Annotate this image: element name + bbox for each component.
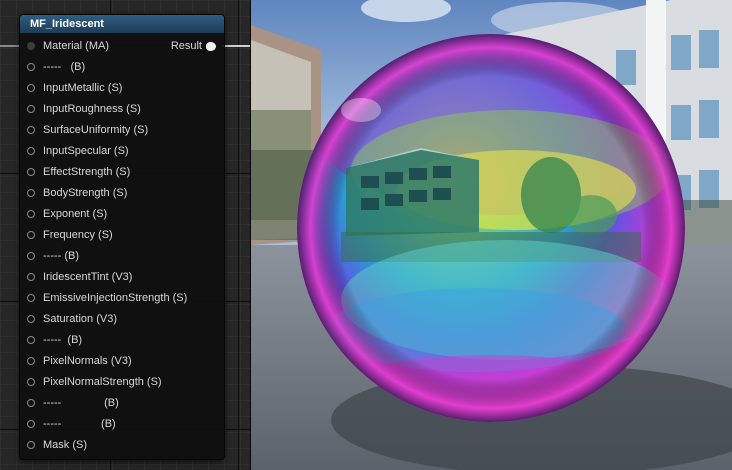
input-pin-row[interactable]: Exponent (S): [20, 204, 224, 225]
input-pin-row[interactable]: IridescentTint (V3): [20, 267, 224, 288]
input-pin-row[interactable]: Saturation (V3): [20, 309, 224, 330]
input-pin-label: EffectStrength (S): [43, 166, 131, 178]
input-pin-label: ----- (B): [43, 397, 119, 409]
input-pin-label: Mask (S): [43, 439, 87, 451]
node-title[interactable]: MF_Iridescent: [20, 15, 224, 33]
input-pin-label: EmissiveInjectionStrength (S): [43, 292, 188, 304]
input-pin-label: Frequency (S): [43, 229, 113, 241]
input-pin-row[interactable]: BodyStrength (S): [20, 183, 224, 204]
input-pin-label: PixelNormals (V3): [43, 355, 132, 367]
input-pin-label: ----- (B): [43, 418, 116, 430]
output-wire[interactable]: [222, 45, 250, 47]
input-pin-row[interactable]: InputRoughness (S): [20, 99, 224, 120]
input-pin-row[interactable]: ----- (B): [20, 57, 224, 78]
material-graph-canvas[interactable]: MF_Iridescent Result Material (MA) ----- …: [0, 0, 250, 470]
input-pin-label: PixelNormalStrength (S): [43, 376, 162, 388]
circle-outline-icon[interactable]: [27, 147, 35, 155]
input-pin-row[interactable]: EmissiveInjectionStrength (S): [20, 288, 224, 309]
input-pin-row[interactable]: InputMetallic (S): [20, 78, 224, 99]
preview-viewport[interactable]: [251, 0, 732, 470]
preview-scene: [251, 0, 732, 470]
circle-outline-icon[interactable]: [27, 84, 35, 92]
input-pin-label: InputMetallic (S): [43, 82, 123, 94]
circle-outline-icon[interactable]: [27, 294, 35, 302]
input-pin-label: Exponent (S): [43, 208, 108, 220]
input-pin-row[interactable]: Frequency (S): [20, 225, 224, 246]
circle-outline-icon[interactable]: [27, 168, 35, 176]
circle-outline-icon[interactable]: [27, 399, 35, 407]
input-pin-row[interactable]: ----- (B): [20, 330, 224, 351]
circle-outline-icon[interactable]: [27, 378, 35, 386]
graph-major-gridline: [238, 0, 239, 470]
circle-outline-icon[interactable]: [27, 273, 35, 281]
input-pin-label: Saturation (V3): [43, 313, 117, 325]
input-pin-label: ----- (B): [43, 61, 86, 73]
circle-outline-icon[interactable]: [27, 420, 35, 428]
circle-outline-icon[interactable]: [27, 336, 35, 344]
circle-outline-icon[interactable]: [27, 357, 35, 365]
circle-outline-icon[interactable]: [27, 252, 35, 260]
input-pin-label: Material (MA): [43, 40, 110, 52]
input-pin-label: BodyStrength (S): [43, 187, 128, 199]
input-pin-row[interactable]: ----- (B): [20, 246, 224, 267]
circle-outline-icon[interactable]: [27, 441, 35, 449]
input-pin-row[interactable]: ----- (B): [20, 393, 224, 414]
input-pin-label: ----- (B): [43, 250, 80, 262]
input-pin-row[interactable]: Material (MA): [20, 36, 224, 57]
input-pin-row[interactable]: Mask (S): [20, 435, 224, 456]
input-wire[interactable]: [0, 45, 21, 47]
input-pin-label: InputRoughness (S): [43, 103, 141, 115]
input-pin-label: ----- (B): [43, 334, 83, 346]
input-pin-row[interactable]: PixelNormalStrength (S): [20, 372, 224, 393]
circle-outline-icon[interactable]: [27, 189, 35, 197]
circle-outline-icon[interactable]: [27, 231, 35, 239]
input-pin-label: SurfaceUniformity (S): [43, 124, 149, 136]
input-pin-row[interactable]: InputSpecular (S): [20, 141, 224, 162]
circle-outline-icon[interactable]: [27, 315, 35, 323]
input-pin-row[interactable]: EffectStrength (S): [20, 162, 224, 183]
circle-outline-icon[interactable]: [27, 105, 35, 113]
material-function-node[interactable]: MF_Iridescent Result Material (MA) ----- …: [19, 14, 225, 460]
filled-pin-icon[interactable]: [27, 42, 35, 50]
circle-outline-icon[interactable]: [27, 63, 35, 71]
circle-outline-icon[interactable]: [27, 126, 35, 134]
input-pin-label: IridescentTint (V3): [43, 271, 133, 283]
input-pin-label: InputSpecular (S): [43, 145, 129, 157]
input-pin-row[interactable]: SurfaceUniformity (S): [20, 120, 224, 141]
circle-outline-icon[interactable]: [27, 210, 35, 218]
input-pin-row[interactable]: PixelNormals (V3): [20, 351, 224, 372]
input-pin-row[interactable]: ----- (B): [20, 414, 224, 435]
